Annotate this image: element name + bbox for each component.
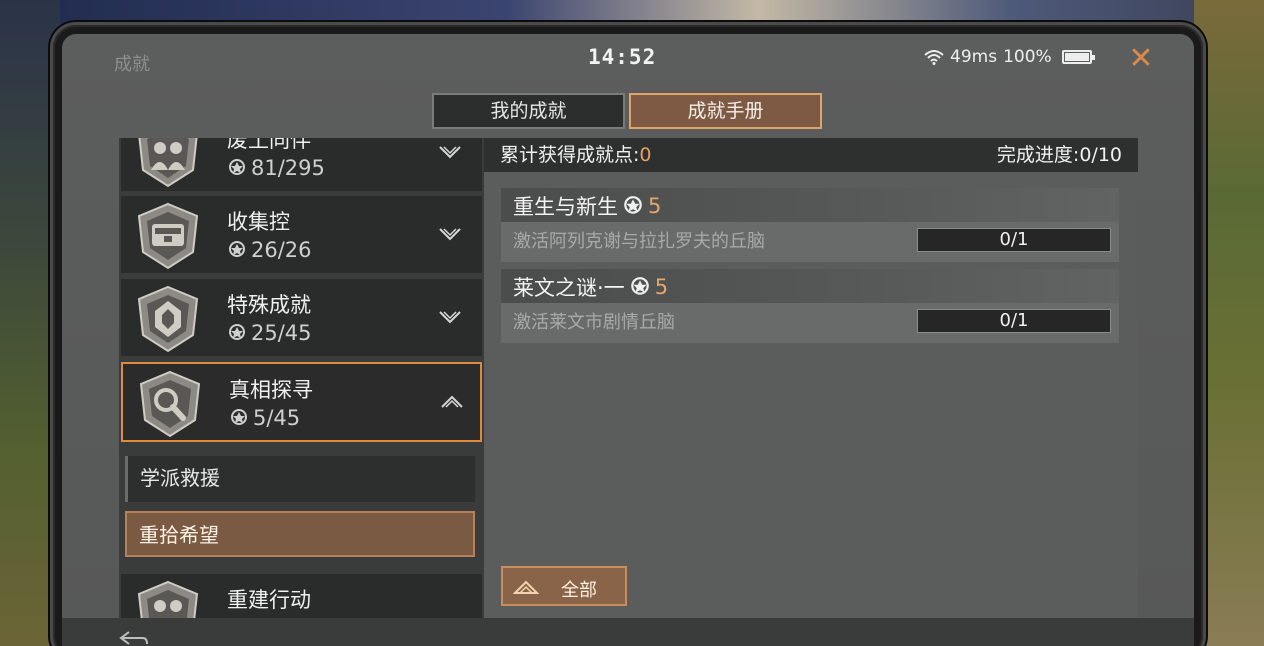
medal-icon: [229, 324, 245, 340]
show-all-label: 全部: [561, 580, 597, 601]
category-count: 25/45: [227, 321, 312, 345]
achievement-title-row: 重生与新生 5: [513, 191, 661, 221]
category-name: 真相探寻: [229, 378, 313, 402]
screen-title: 成就: [114, 54, 150, 75]
wifi-icon: [924, 50, 944, 65]
chevron-down-icon[interactable]: [437, 224, 463, 244]
achievement-points: 5: [654, 275, 669, 299]
special-badge-icon: [137, 285, 199, 353]
ping-text: 49ms: [950, 47, 998, 67]
magnifier-badge-icon: [139, 370, 201, 438]
bottom-bar: [62, 618, 1194, 646]
achievement-points: 5: [648, 194, 662, 218]
category-name: 收集控: [227, 210, 290, 234]
achievement-panel: 累计获得成就点:0 完成进度:0/10 重生与新生 5 激活阿列克谢与拉扎罗夫的…: [484, 138, 1138, 646]
category-item-special[interactable]: 特殊成就 25/45: [121, 279, 482, 359]
achievement-header: 重生与新生 5: [501, 188, 1119, 222]
clock: 14:52: [588, 45, 657, 69]
category-item-companions[interactable]: 废土同伴 81/295: [121, 138, 482, 194]
tab-achievement-handbook[interactable]: 成就手册: [629, 93, 822, 129]
battery-icon: [1061, 50, 1095, 64]
medal-icon: [624, 196, 642, 214]
category-count-text: 25/45: [251, 321, 312, 345]
category-count-text: 81/295: [251, 156, 325, 180]
category-name: 特殊成就: [227, 293, 311, 317]
medal-icon: [229, 241, 245, 257]
medal-icon: [231, 409, 247, 425]
category-count: 81/295: [227, 156, 325, 180]
category-count-text: 5/45: [253, 406, 301, 430]
category-name: 废土同伴: [227, 138, 311, 152]
status-indicators: 49ms 100%: [924, 47, 1095, 67]
points-summary: 累计获得成就点:0: [500, 138, 652, 172]
chevron-up-icon[interactable]: [439, 392, 465, 412]
achievement-description: 激活阿列克谢与拉扎罗夫的丘脑: [513, 231, 765, 252]
achievement-title: 莱文之谜·一: [513, 276, 625, 300]
category-count: 26/26: [227, 238, 312, 262]
category-list[interactable]: 废土同伴 81/295 收集控 26/26 特殊成就 25/45 真相探寻 5/…: [119, 138, 484, 646]
category-count: 5/45: [229, 406, 300, 430]
medal-icon: [630, 277, 649, 295]
achievement-card[interactable]: 重生与新生 5 激活阿列克谢与拉扎罗夫的丘脑 0/1: [501, 188, 1119, 262]
show-all-button[interactable]: 全部: [501, 566, 627, 606]
back-arrow-icon[interactable]: [119, 630, 149, 646]
achievement-card[interactable]: 莱文之谜·一 5 激活莱文市剧情丘脑 0/1: [501, 269, 1119, 343]
achievement-progress: 0/1: [917, 228, 1111, 252]
chevron-down-icon[interactable]: [437, 142, 463, 162]
tab-my-achievements[interactable]: 我的成就: [432, 93, 625, 129]
points-label: 累计获得成就点:: [500, 144, 640, 166]
achievement-description: 激活莱文市剧情丘脑: [513, 312, 675, 333]
category-item-truth-seeking[interactable]: 真相探寻 5/45: [121, 362, 482, 442]
achievement-progress: 0/1: [917, 309, 1111, 333]
chevron-up-icon: [513, 580, 539, 594]
medal-icon: [229, 159, 245, 175]
battery-text: 100%: [1003, 47, 1052, 67]
summary-bar: 累计获得成就点:0 完成进度:0/10: [484, 138, 1138, 172]
category-count-text: 26/26: [251, 238, 312, 262]
close-icon[interactable]: ✕: [1126, 44, 1156, 74]
achievement-title: 重生与新生: [513, 195, 618, 219]
category-name: 重建行动: [227, 588, 311, 612]
subcategory-school-rescue[interactable]: 学派救援: [125, 456, 475, 502]
category-item-collector[interactable]: 收集控 26/26: [121, 196, 482, 276]
collector-badge-icon: [137, 202, 199, 270]
companions-badge-icon: [138, 138, 198, 188]
achievement-header: 莱文之谜·一 5: [501, 269, 1119, 303]
subcategory-regain-hope[interactable]: 重拾希望: [125, 511, 475, 557]
achievement-title-row: 莱文之谜·一 5: [513, 272, 668, 302]
chevron-down-icon[interactable]: [437, 307, 463, 327]
points-value: 0: [639, 144, 652, 166]
achievement-screen: 成就 14:52 49ms 100% ✕ 我的成就 成就手册 废土同伴 81/2…: [62, 34, 1194, 646]
tab-bar: 我的成就 成就手册: [432, 93, 822, 129]
completion-progress: 完成进度:0/10: [996, 144, 1122, 166]
